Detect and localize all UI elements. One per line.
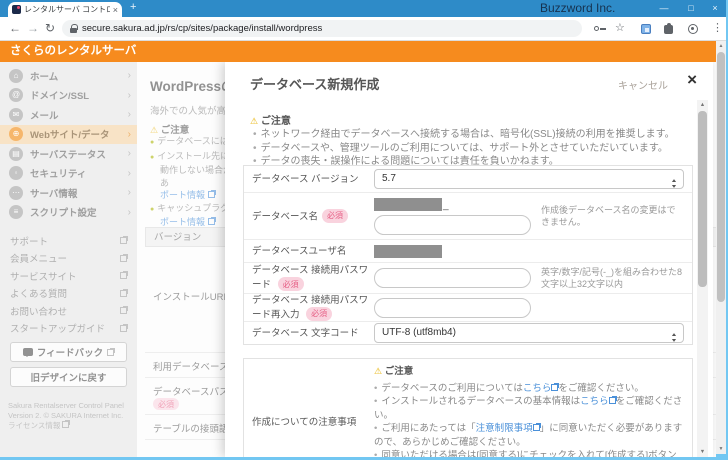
back-button[interactable]: ← [9, 21, 21, 35]
db-usage-link[interactable]: こちら [523, 383, 559, 394]
db-name-input[interactable] [374, 215, 531, 235]
notes-label: 作成についての注意事項 [252, 365, 374, 457]
site-favicon-icon [12, 5, 21, 14]
browser-titlebar: レンタルサーバ コントロールパネル × + Buzzword Inc. — □ … [0, 0, 726, 17]
url-text: secure.sakura.ad.jp/rs/cp/sites/package/… [82, 23, 322, 34]
db-charset-select[interactable]: UTF-8 (utf8mb4) [374, 323, 684, 343]
extension-blue-icon[interactable] [641, 24, 651, 34]
scroll-up-icon[interactable]: ▲ [716, 41, 726, 51]
new-tab-button[interactable]: + [130, 1, 136, 13]
password-key-icon[interactable] [594, 26, 599, 31]
modal-notice-title: ⚠ ご注意 [250, 112, 291, 127]
reload-button[interactable]: ↻ [45, 21, 55, 35]
bookmark-star-icon[interactable]: ☆ [615, 21, 625, 34]
db-name-note: 作成後データベース名の変更はできません。 [531, 204, 684, 228]
page-scrollbar[interactable]: ▲ ▼ [716, 41, 726, 454]
forward-button[interactable]: → [27, 21, 39, 35]
modal-scrollbar[interactable]: ▲ ▼ [697, 100, 708, 457]
browser-window: レンタルサーバ コントロールパネル × + Buzzword Inc. — □ … [0, 0, 726, 457]
browser-menu-icon[interactable]: ⋮ [712, 21, 723, 34]
modal-scrollbar-thumb[interactable] [698, 111, 707, 287]
window-title: Buzzword Inc. [540, 0, 645, 17]
row-db-version: データベース バージョン 5.7 [244, 166, 692, 193]
restrictions-link[interactable]: 注意制限事項 [476, 423, 540, 434]
modal-title: データベース新規作成 [250, 74, 379, 93]
profile-avatar-icon[interactable] [688, 24, 698, 34]
tab-close-icon[interactable]: × [113, 5, 118, 15]
page: ⌂ ホーム › @ ドメイン/SSL › ✉ メール › ⊕ Webサイト/デー… [0, 62, 716, 457]
db-basic-info-link[interactable]: こちら [580, 396, 616, 407]
db-password-confirm-input[interactable] [374, 298, 531, 318]
site-title: さくらのレンタルサーバ [10, 45, 136, 57]
url-bar[interactable]: secure.sakura.ad.jp/rs/cp/sites/package/… [62, 20, 582, 37]
scroll-down-icon[interactable]: ▼ [716, 444, 726, 454]
db-password-note: 英字/数字/記号(-_)を組み合わせた8文字以上32文字以内 [531, 266, 684, 290]
row-db-charset: データベース 文字コード UTF-8 (utf8mb4) [244, 322, 692, 344]
create-database-modal: データベース新規作成 キャンセル × ⚠ ご注意 •ネットワーク経由でデータベー… [225, 62, 713, 457]
required-badge: 必須 [322, 209, 348, 223]
required-badge: 必須 [278, 277, 304, 291]
creation-notes-box: 作成についての注意事項 ⚠ ご注意 •データベースのご利用についてはこちらをご確… [243, 358, 693, 457]
modal-notice-list: •ネットワーク経由でデータベースへ接続する場合は、暗号化(SSL)接続の利用を推… [253, 128, 675, 169]
select-arrows-icon [671, 330, 677, 345]
window-close-button[interactable]: × [706, 0, 724, 17]
db-password-input[interactable] [374, 268, 531, 288]
site-header: さくらのレンタルサーバ [0, 41, 716, 62]
redacted-db-prefix [374, 198, 442, 211]
warning-icon: ⚠ [374, 366, 382, 376]
row-db-name: データベース名必須 _ 作成後データベース名の変更はできません。 [244, 193, 692, 240]
row-db-password: データベース 接続用パスワード 必須 英字/数字/記号(-_)を組み合わせた8文… [244, 263, 692, 294]
tab-title: レンタルサーバ コントロールパネル [24, 4, 110, 15]
select-arrows-icon [671, 176, 677, 191]
extensions-puzzle-icon[interactable] [664, 25, 673, 34]
required-badge: 必須 [306, 307, 332, 321]
https-lock-icon [70, 28, 77, 33]
redacted-db-user [374, 245, 442, 258]
window-minimize-button[interactable]: — [655, 0, 673, 17]
close-icon[interactable]: × [687, 70, 697, 90]
notes-content: ⚠ ご注意 •データベースのご利用についてはこちらをご確認ください。 •インスト… [374, 365, 684, 457]
page-scrollbar-thumb[interactable] [717, 52, 725, 302]
warning-icon: ⚠ [250, 116, 258, 126]
row-db-password-confirm: データベース 接続用パスワード再入力 必須 [244, 294, 692, 322]
browser-toolbar: ← → ↻ secure.sakura.ad.jp/rs/cp/sites/pa… [0, 17, 726, 41]
scroll-up-icon[interactable]: ▲ [697, 100, 708, 110]
cancel-button[interactable]: キャンセル [618, 77, 668, 92]
database-form: データベース バージョン 5.7 データベース名必須 _ [243, 165, 693, 345]
row-db-user: データベースユーザ名 [244, 240, 692, 263]
modal-header: データベース新規作成 キャンセル × [225, 62, 713, 100]
db-version-select[interactable]: 5.7 [374, 169, 684, 189]
scroll-down-icon[interactable]: ▼ [697, 447, 708, 457]
browser-tab[interactable]: レンタルサーバ コントロールパネル × [8, 2, 122, 17]
window-maximize-button[interactable]: □ [682, 0, 700, 17]
